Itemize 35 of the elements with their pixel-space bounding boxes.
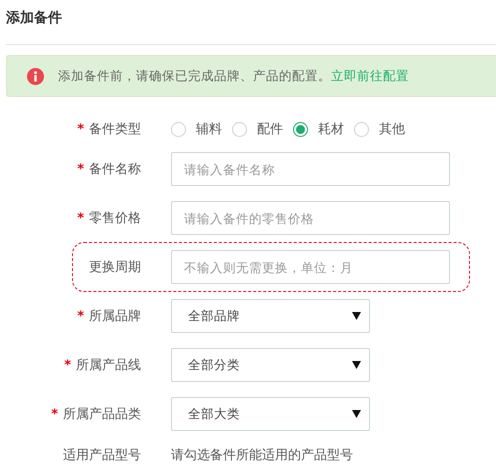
radio-label[interactable]: 耗材	[318, 120, 344, 138]
hint-text: 请勾选备件所能适用的产品型号	[171, 447, 353, 464]
required-asterisk: *	[64, 358, 71, 372]
dropdown-select[interactable]: 全部分类	[171, 348, 370, 382]
field-label: 更换周期	[89, 259, 141, 276]
radio-label[interactable]: 其他	[379, 120, 405, 138]
field-label: 所属品牌	[89, 308, 141, 325]
dropdown-select[interactable]: 全部品牌	[171, 299, 370, 333]
required-asterisk: *	[77, 162, 84, 176]
info-icon	[27, 68, 44, 84]
field-label: 备件类型	[89, 121, 141, 138]
required-asterisk: *	[77, 210, 84, 226]
field-label: 适用产品型号	[63, 447, 141, 464]
caret-icon	[352, 312, 361, 320]
input-field[interactable]: 请输入备件名称	[171, 152, 450, 186]
dropdown-select[interactable]: 全部大类	[171, 397, 370, 431]
radio-button[interactable]	[232, 122, 247, 136]
caret-icon	[352, 410, 361, 418]
required-asterisk: *	[77, 122, 84, 136]
radio-button[interactable]	[354, 122, 369, 136]
required-asterisk: *	[77, 308, 84, 324]
field-label: 零售价格	[89, 210, 141, 227]
required-asterisk: *	[51, 406, 58, 422]
page-title: 添加备件	[6, 9, 62, 27]
field-label: 所属产品线	[76, 357, 141, 374]
radio-button[interactable]	[293, 122, 308, 136]
radio-label[interactable]: 配件	[257, 120, 283, 138]
caret-icon	[352, 361, 361, 369]
field-label: 备件名称	[89, 161, 141, 178]
notice-text: 添加备件前，请确保已完成品牌、产品的配置。立即前往配置	[58, 68, 409, 84]
input-field[interactable]: 不输入则无需更换，单位：月	[171, 250, 450, 284]
input-field[interactable]: 请输入备件的零售价格	[171, 201, 450, 235]
radio-label[interactable]: 辅料	[196, 120, 222, 138]
radio-button[interactable]	[171, 122, 186, 136]
field-label: 所属产品品类	[63, 406, 141, 423]
